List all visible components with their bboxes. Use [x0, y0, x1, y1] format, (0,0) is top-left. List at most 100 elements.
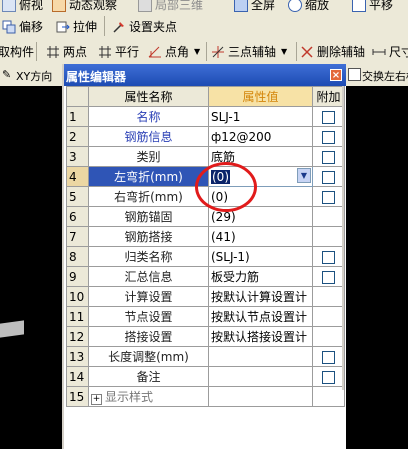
property-row[interactable]: 3 类别 底筋 [66, 146, 345, 167]
property-name[interactable]: 计算设置 [88, 286, 209, 307]
offset-button[interactable]: 偏移 [2, 18, 43, 35]
extra-cell[interactable] [312, 366, 345, 387]
property-row[interactable]: 10 计算设置 按默认计算设置计 [66, 286, 345, 307]
name-column-header[interactable]: 属性名称 [88, 86, 209, 107]
property-row[interactable]: 1 名称 SLJ-1 [66, 106, 345, 127]
property-row[interactable]: 13 长度调整(mm) [66, 346, 345, 367]
property-name[interactable]: 长度调整(mm) [88, 346, 209, 367]
point-angle-axis-button[interactable]: 点角 ▼ [148, 43, 200, 60]
stretch-button[interactable]: 拉伸 [56, 18, 97, 35]
extra-cell[interactable] [312, 266, 345, 287]
property-name[interactable]: 钢筋锚固 [88, 206, 209, 227]
three-point-axis-button[interactable]: 三点辅轴 ▼ [211, 43, 287, 60]
row-number: 6 [66, 206, 89, 227]
extra-checkbox[interactable] [322, 270, 335, 284]
extra-checkbox[interactable] [322, 150, 335, 164]
property-value[interactable]: (41) [208, 226, 313, 247]
property-value[interactable]: (SLJ-1) [208, 246, 313, 267]
xy-direction-bar: ✎ XY方向 [0, 64, 62, 86]
property-row[interactable]: 8 归类名称 (SLJ-1) [66, 246, 345, 267]
expand-plus-icon[interactable]: + [91, 394, 102, 405]
toolbar1-item-3[interactable]: 全屏 [234, 0, 275, 13]
extra-checkbox[interactable] [322, 370, 335, 384]
extra-cell[interactable] [312, 166, 345, 187]
dropdown-arrow-icon[interactable]: ▼ [281, 47, 287, 56]
property-name[interactable]: 右弯折(mm) [88, 186, 209, 207]
property-value[interactable]: 按默认节点设置计 [208, 306, 313, 327]
toolbar1-item-4[interactable]: 缩放 [288, 0, 329, 13]
extra-checkbox[interactable] [322, 110, 335, 124]
property-value[interactable] [208, 346, 313, 367]
parallel-axis-button[interactable]: 平行 [98, 43, 139, 60]
property-name[interactable]: 备注 [88, 366, 209, 387]
property-name[interactable]: 钢筋信息 [88, 126, 209, 147]
property-row[interactable]: 9 汇总信息 板受力筋 [66, 266, 345, 287]
panel-border [342, 86, 344, 390]
property-name[interactable]: 钢筋搭接 [88, 226, 209, 247]
toolbar1-item-1[interactable]: 动态观察 [52, 0, 117, 13]
property-value[interactable]: 按默认搭接设置计 [208, 326, 313, 347]
close-icon[interactable]: × [330, 69, 342, 81]
extra-checkbox[interactable] [322, 250, 335, 264]
zoom-icon [288, 0, 302, 12]
dimension-button[interactable]: 尺寸 [372, 43, 408, 60]
extra-cell[interactable] [312, 126, 345, 147]
delete-axis-button[interactable]: 删除辅轴 [300, 43, 365, 60]
property-row[interactable]: 15 + 显示样式 [66, 386, 345, 407]
property-name[interactable]: 归类名称 [88, 246, 209, 267]
extra-cell[interactable] [312, 146, 345, 167]
property-name[interactable]: 类别 [88, 146, 209, 167]
extra-cell[interactable] [312, 186, 345, 207]
property-value[interactable] [208, 366, 313, 387]
swap-icon [348, 68, 361, 81]
set-pin-button[interactable]: 设置夹点 [112, 18, 177, 35]
property-row[interactable]: 14 备注 [66, 366, 345, 387]
extra-checkbox[interactable] [322, 170, 335, 184]
axis-toolbar: 取构件 两点 平行 点角 ▼ 三点辅轴 ▼ 删除辅轴 尺寸 [0, 39, 408, 65]
row-number: 3 [66, 146, 89, 167]
property-name[interactable]: + 显示样式 [88, 386, 209, 407]
property-value[interactable]: ф12@200 [208, 126, 313, 147]
panel-title-bar[interactable]: 属性编辑器 × [64, 64, 346, 86]
property-name[interactable]: 左弯折(mm) [88, 166, 209, 187]
property-value[interactable]: 按默认计算设置计 [208, 286, 313, 307]
extra-checkbox[interactable] [322, 190, 335, 204]
dropdown-arrow-icon[interactable]: ▼ [194, 47, 200, 56]
row-number: 10 [66, 286, 89, 307]
two-point-axis-button[interactable]: 两点 [46, 43, 87, 60]
dropdown-arrow-icon[interactable]: ▼ [297, 168, 311, 183]
orbit-icon [52, 0, 66, 12]
property-name[interactable]: 搭接设置 [88, 326, 209, 347]
pan-icon [352, 0, 366, 12]
extra-cell[interactable] [312, 246, 345, 267]
property-row[interactable]: 2 钢筋信息 ф12@200 [66, 126, 345, 147]
toolbar1-item-2[interactable]: 局部三维 [138, 0, 203, 13]
extra-checkbox[interactable] [322, 350, 335, 364]
drawing-canvas-left[interactable]: ✎ XY方向 [0, 64, 62, 449]
extra-cell[interactable] [312, 106, 345, 127]
drawing-canvas-right[interactable] [344, 86, 408, 449]
property-row[interactable]: 11 节点设置 按默认节点设置计 [66, 306, 345, 327]
property-name[interactable]: 汇总信息 [88, 266, 209, 287]
swap-left-right-button[interactable]: 交换左右标 [362, 68, 408, 84]
property-value[interactable]: SLJ-1 [208, 106, 313, 127]
pick-component-button[interactable]: 取构件 [0, 43, 34, 60]
grid-header-row: 属性名称 属性值 附加 [66, 86, 345, 107]
extra-column-header[interactable]: 附加 [312, 86, 345, 107]
value-column-header[interactable]: 属性值 [208, 86, 313, 107]
extra-checkbox[interactable] [322, 130, 335, 144]
property-name[interactable]: 节点设置 [88, 306, 209, 327]
view-icon [2, 0, 16, 12]
extra-cell[interactable] [312, 346, 345, 367]
toolbar1-item-0[interactable]: 俯视 [2, 0, 43, 13]
parallel-icon [98, 45, 112, 59]
property-row[interactable]: 6 钢筋锚固 (29) [66, 206, 345, 227]
xy-direction-label[interactable]: XY方向 [16, 68, 52, 84]
property-name[interactable]: 名称 [88, 106, 209, 127]
property-value[interactable]: 板受力筋 [208, 266, 313, 287]
property-row[interactable]: 12 搭接设置 按默认搭接设置计 [66, 326, 345, 347]
property-row[interactable]: 7 钢筋搭接 (41) [66, 226, 345, 247]
row-number: 8 [66, 246, 89, 267]
toolbar1-item-5[interactable]: 平移 [352, 0, 393, 13]
property-value[interactable] [208, 386, 313, 407]
